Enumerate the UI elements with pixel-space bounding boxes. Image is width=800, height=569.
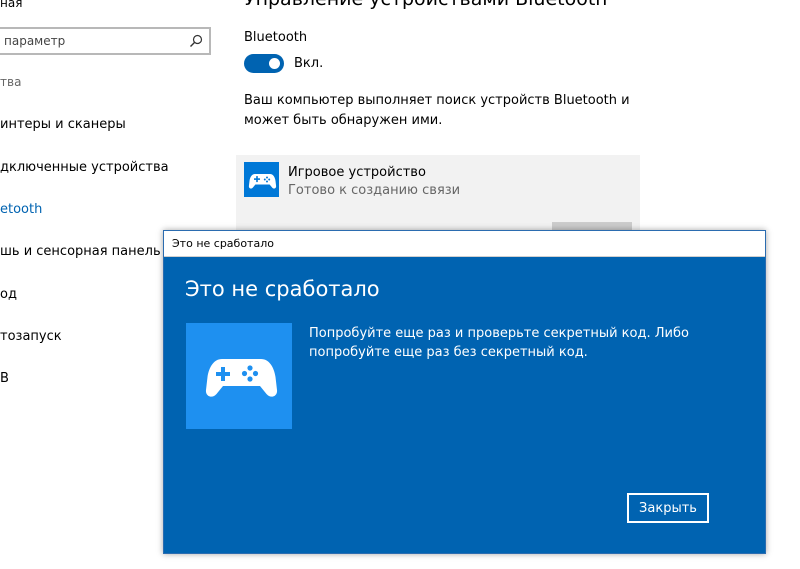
sidebar-item-mouse-touchpad[interactable]: шь и сенсорная панель bbox=[0, 244, 161, 259]
bluetooth-toggle[interactable] bbox=[244, 54, 284, 73]
gamepad-icon bbox=[248, 174, 277, 189]
search-icon[interactable] bbox=[189, 34, 203, 48]
error-dialog: Это не сработало Это не сработало Попроб… bbox=[163, 230, 766, 554]
dialog-body: Это не сработало Попробуйте еще раз и пр… bbox=[164, 257, 765, 553]
page-title: Управление устройствами Bluetooth bbox=[244, 0, 607, 10]
sidebar-header: ная bbox=[0, 0, 23, 10]
search-input[interactable] bbox=[4, 32, 184, 50]
close-button[interactable]: Закрыть bbox=[627, 493, 709, 523]
sidebar-item-autoplay[interactable]: тозапуск bbox=[0, 329, 62, 344]
sidebar-item-printers[interactable]: интеры и сканеры bbox=[0, 117, 126, 132]
dialog-titlebar[interactable]: Это не сработало bbox=[164, 231, 765, 257]
device-name: Игровое устройство bbox=[288, 165, 426, 180]
sidebar-item-connected-devices[interactable]: дключенные устройства bbox=[0, 160, 169, 175]
sidebar-item-input[interactable]: од bbox=[0, 287, 17, 302]
dialog-heading: Это не сработало bbox=[185, 277, 380, 301]
sidebar-item-usb[interactable]: B bbox=[0, 371, 9, 386]
toggle-state-label: Вкл. bbox=[294, 56, 324, 71]
device-status: Готово к созданию связи bbox=[288, 183, 461, 198]
device-list-item[interactable]: Игровое устройство Готово к созданию свя… bbox=[236, 155, 640, 235]
dialog-window-title: Это не сработало bbox=[172, 237, 274, 250]
bluetooth-description: Ваш компьютер выполняет поиск устройств … bbox=[244, 93, 630, 128]
bluetooth-label: Bluetooth bbox=[244, 30, 308, 45]
sidebar-item-bluetooth[interactable]: etooth bbox=[0, 202, 42, 217]
sidebar-item-devices-header: тва bbox=[0, 75, 22, 89]
search-box[interactable] bbox=[0, 27, 211, 55]
gamepad-icon bbox=[205, 359, 278, 397]
dialog-device-tile bbox=[186, 323, 292, 429]
dialog-message: Попробуйте еще раз и проверьте секретный… bbox=[309, 326, 689, 360]
device-tile bbox=[244, 162, 279, 197]
toggle-knob bbox=[269, 58, 280, 69]
